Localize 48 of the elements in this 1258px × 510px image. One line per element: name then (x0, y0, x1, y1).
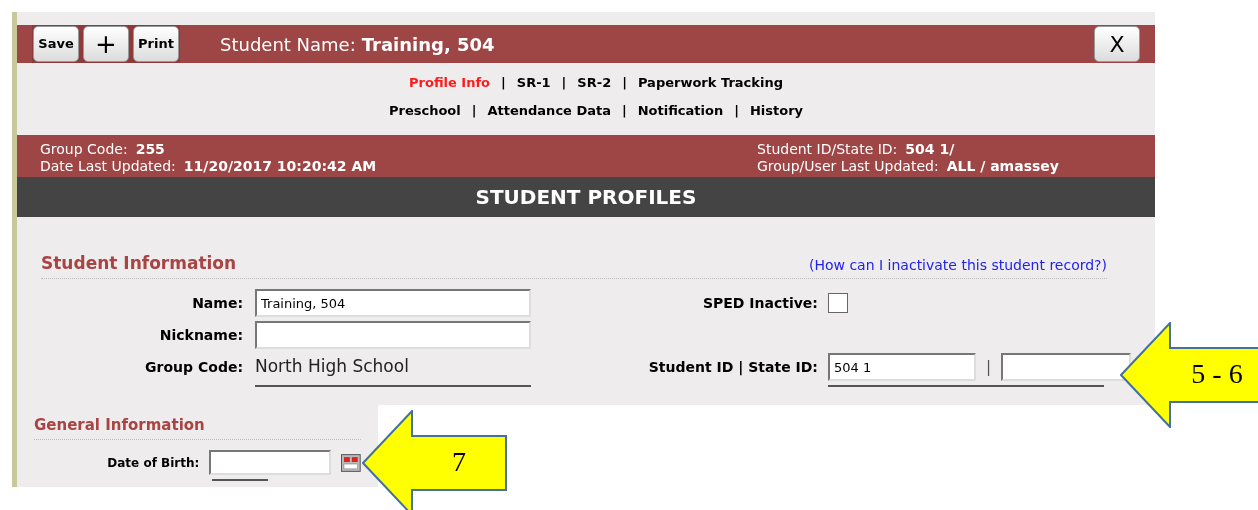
field-label: Name: (191, 293, 243, 313)
section-title: General Information (34, 416, 205, 434)
nav-separator: | (622, 101, 627, 120)
info-value: 11/20/2017 10:20:42 AM (183, 158, 377, 176)
nav-link[interactable]: Attendance Data (487, 100, 611, 121)
banner: STUDENT PROFILES (17, 177, 1155, 217)
calendar-icon[interactable] (341, 453, 361, 472)
nav-link[interactable]: SR-1 (516, 73, 551, 93)
state-id-field[interactable] (1001, 353, 1131, 381)
field-value: North High School (255, 355, 409, 379)
nav-separator: | (622, 74, 627, 93)
field-label: Date of Birth: (106, 454, 200, 472)
checkbox[interactable] (827, 293, 848, 313)
info-label: Group Code: (40, 141, 128, 159)
field-label: SPED Inactive: (701, 293, 818, 313)
text-field[interactable]: Training, 504 (255, 289, 531, 317)
info-label: Student ID/State ID: (757, 141, 898, 159)
info-label: Date Last Updated: (40, 158, 176, 176)
nav-link[interactable]: History (749, 100, 804, 121)
title-label: Student Name: (220, 32, 356, 57)
nav-separator: | (734, 101, 739, 120)
field-label: Student ID | State ID: (647, 357, 818, 378)
field-label: Group Code: (144, 357, 243, 377)
section-title: Student Information (41, 251, 237, 275)
toolbar-button[interactable]: Save (33, 26, 79, 63)
help-link[interactable]: (How can I inactivate this student record?) (808, 255, 1107, 276)
date-field[interactable] (209, 450, 332, 475)
toolbar-button[interactable]: Print (133, 26, 179, 63)
nav-link[interactable]: SR-2 (577, 73, 612, 93)
callout-number: 7 (451, 446, 467, 478)
info-value: ALL / amassey (946, 158, 1059, 176)
text-field[interactable] (255, 321, 531, 349)
callout-number: 5 - 6 (1190, 358, 1244, 390)
nav-separator: | (501, 74, 506, 93)
info-value: 504 1/ (905, 141, 955, 159)
nav-link[interactable]: Preschool (388, 100, 461, 121)
add-button[interactable]: + (83, 26, 129, 63)
nav-link[interactable]: Notification (637, 100, 724, 121)
close-button[interactable]: X (1094, 26, 1140, 63)
nav-separator: | (561, 74, 567, 93)
info-value: 255 (135, 141, 165, 159)
nav-link[interactable]: Paperwork Tracking (637, 73, 783, 93)
info-label: Group/User Last Updated: (757, 158, 939, 176)
field-label: Nickname: (158, 325, 243, 345)
separator-text: | (985, 356, 991, 378)
student-name-title: Training, 504 (361, 32, 495, 57)
student-id-field[interactable]: 504 1 (827, 353, 976, 381)
nav-separator: | (471, 101, 477, 120)
